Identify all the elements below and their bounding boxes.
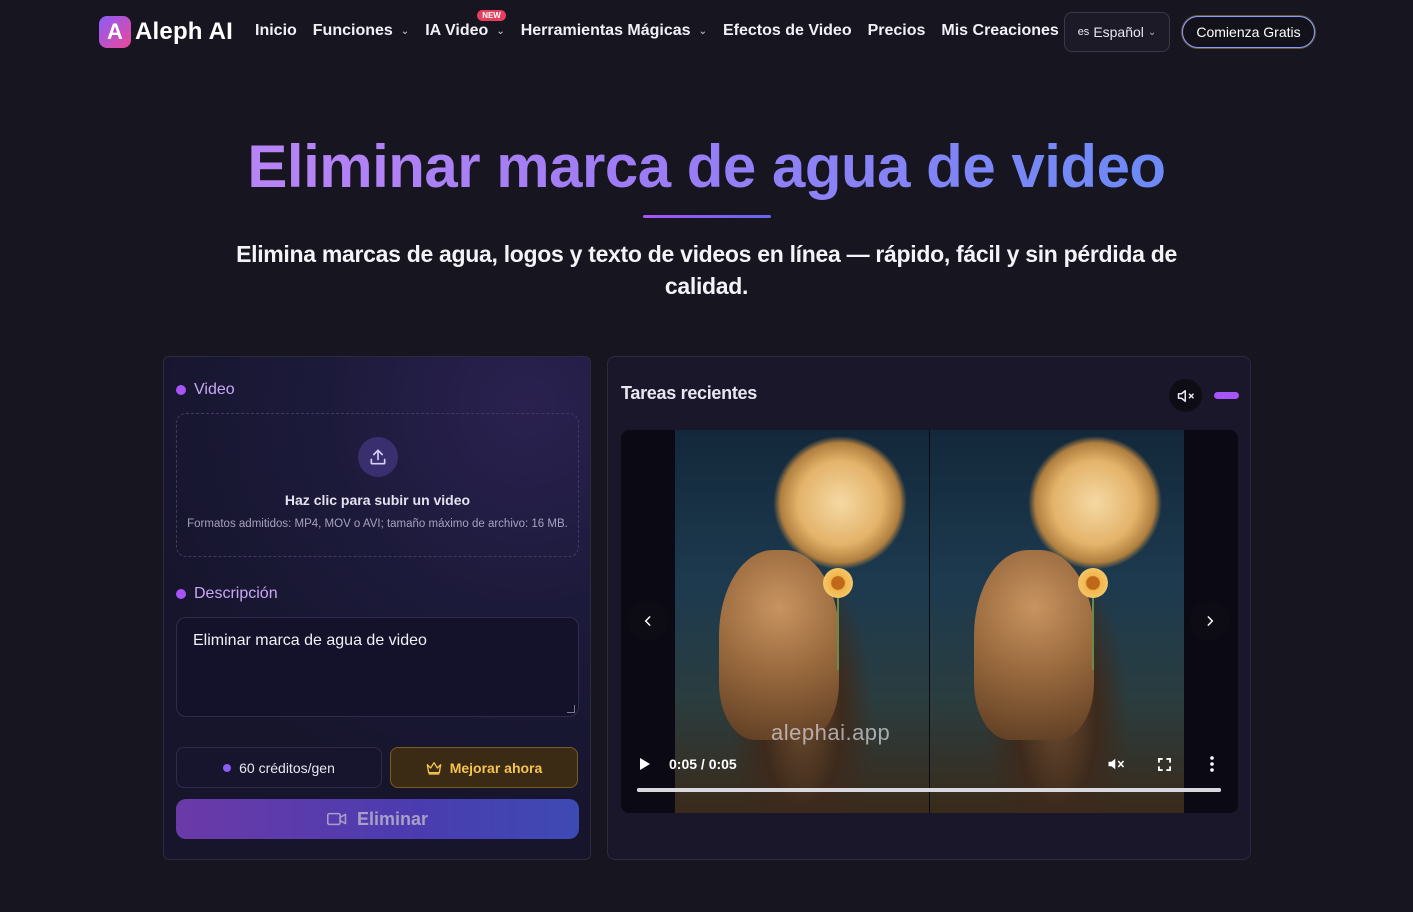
chevron-down-icon: ⌄ [698, 25, 707, 37]
logo-icon: A [99, 16, 131, 48]
recent-tasks-panel: Tareas recientes alephai.app 0:05 / 0:05 [607, 356, 1251, 860]
volume-button[interactable] [1106, 754, 1126, 774]
bullet-dot-icon [176, 385, 186, 395]
more-options-button[interactable] [1202, 754, 1222, 774]
nav-link-mis-creaciones[interactable]: Mis Creaciones [941, 22, 1058, 40]
credit-dot-icon [223, 763, 232, 772]
nav-link-label: Funciones [312, 22, 393, 39]
flower [1078, 568, 1108, 598]
video-camera-icon [326, 812, 347, 826]
nav-link-label: IA Video [425, 22, 489, 39]
brand-name: Aleph AI [135, 18, 234, 45]
flower [823, 568, 853, 598]
language-code: es [1077, 26, 1090, 38]
description-value: Eliminar marca de agua de video [193, 632, 427, 649]
crown-icon [426, 761, 442, 775]
description-label: Descripción [194, 585, 278, 602]
volume-muted-icon [1108, 758, 1125, 770]
play-button[interactable] [637, 756, 653, 772]
nav-link-label: Efectos de Video [722, 22, 852, 39]
nav-link-label: Mis Creaciones [941, 22, 1059, 39]
video-section-label: Video [176, 381, 235, 399]
nav-link-precios[interactable]: Precios [868, 22, 926, 40]
chevron-left-icon [644, 616, 651, 626]
resize-handle-icon[interactable] [567, 705, 575, 713]
remove-watermark-button[interactable]: Eliminar [176, 799, 579, 839]
page-title: Eliminar marca de agua de video [0, 132, 1413, 201]
nav-link-label: Herramientas Mágicas [520, 22, 691, 39]
more-vertical-icon [1210, 756, 1214, 772]
upgrade-button[interactable]: Mejorar ahora [390, 747, 578, 788]
description-section-label: Descripción [176, 585, 278, 603]
credits-badge: 60 créditos/gen [176, 747, 382, 788]
bullet-dot-icon [176, 589, 186, 599]
title-underline [643, 215, 771, 218]
upgrade-label: Mejorar ahora [449, 759, 543, 776]
fullscreen-button[interactable] [1154, 754, 1174, 774]
chevron-down-icon: ⌄ [400, 25, 410, 37]
chevron-right-icon [1207, 616, 1214, 626]
page-subtitle: Elimina marcas de agua, logos y texto de… [236, 241, 1177, 299]
nav-links: Inicio Funciones ⌄ IA Video ⌄ NEW Herramien… [255, 10, 1075, 40]
language-selector[interactable]: es Español ⌄ [1064, 12, 1170, 52]
video-label: Video [194, 381, 235, 398]
video-player[interactable]: alephai.app 0:05 / 0:05 [621, 430, 1238, 813]
bear-figure [974, 550, 1094, 740]
fullscreen-icon [1157, 757, 1171, 771]
playback-time: 0:05 / 0:05 [669, 756, 737, 772]
chevron-down-icon: ⌄ [1147, 26, 1157, 38]
nav-link-efectos-de-video[interactable]: Efectos de Video [723, 22, 852, 40]
progress-fill [637, 788, 1221, 792]
nav-link-label: Inicio [255, 22, 297, 39]
nav-link-herramientas-magicas[interactable]: Herramientas Mágicas ⌄ [521, 22, 707, 40]
language-label: Español [1093, 24, 1144, 40]
brand-logo[interactable]: A Aleph AI [99, 16, 233, 48]
mute-toggle-button[interactable] [1169, 379, 1202, 412]
credits-label: 60 créditos/gen [239, 759, 335, 776]
video-upload-dropzone[interactable]: Haz clic para subir un video Formatos ad… [176, 413, 579, 557]
nav-link-funciones[interactable]: Funciones ⌄ [313, 22, 409, 40]
previous-button[interactable] [628, 601, 668, 641]
muted-speaker-icon [1177, 389, 1194, 402]
upload-hint: Formatos admitidos: MP4, MOV o AVI; tama… [187, 518, 568, 530]
chevron-down-icon: ⌄ [496, 25, 505, 37]
nav-link-inicio[interactable]: Inicio [255, 22, 297, 40]
next-button[interactable] [1190, 601, 1230, 641]
flower-stem [837, 595, 839, 670]
watermark-text: alephai.app [771, 720, 891, 745]
play-icon [640, 758, 650, 770]
top-navigation: A Aleph AI Inicio Funciones ⌄ IA Video ⌄ NE… [0, 0, 1413, 66]
upload-title: Haz clic para subir un video [284, 492, 471, 508]
carousel-indicator[interactable] [1214, 392, 1239, 399]
remove-button-label: Eliminar [356, 808, 429, 829]
bear-figure [719, 550, 839, 740]
description-textarea[interactable]: Eliminar marca de agua de video [176, 617, 579, 717]
progress-bar[interactable] [637, 788, 1221, 792]
new-badge: NEW [477, 10, 506, 21]
start-free-button[interactable]: Comienza Gratis [1182, 16, 1315, 48]
flower-stem [1092, 595, 1094, 670]
nav-link-ia-video[interactable]: IA Video ⌄ NEW [425, 10, 506, 40]
remove-watermark-form: Video Haz clic para subir un video Forma… [163, 356, 591, 860]
recent-tasks-title: Tareas recientes [621, 383, 757, 403]
upload-icon [358, 437, 398, 477]
nav-link-label: Precios [867, 22, 926, 39]
player-controls: 0:05 / 0:05 [621, 750, 1238, 813]
